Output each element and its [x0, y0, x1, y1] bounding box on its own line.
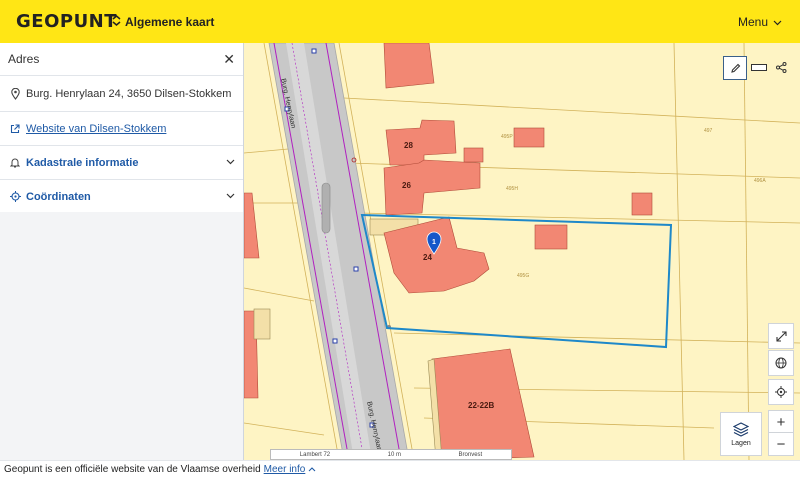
top-bar: GEOPUNT Algemene kaart Menu: [0, 0, 800, 43]
share-icon: [775, 61, 786, 73]
panel-header: Adres ✕: [0, 43, 243, 76]
source-label: Bronvest: [458, 451, 483, 458]
globe-button[interactable]: [768, 350, 794, 376]
cadastral-info-accordion[interactable]: Kadastrale informatie: [0, 146, 243, 180]
zoom-out-button[interactable]: −: [768, 432, 794, 456]
map-type-label: Algemene kaart: [125, 15, 215, 29]
parcel-label-495h: 495H: [506, 186, 518, 192]
locate-me-button[interactable]: [768, 379, 794, 405]
menu-button[interactable]: Menu: [738, 15, 782, 29]
address-row: Burg. Henrylaan 24, 3650 Dilsen-Stokkem: [0, 76, 243, 112]
layers-label: Lagen: [731, 439, 751, 447]
bell-icon: [8, 157, 22, 168]
share-button[interactable]: [770, 56, 792, 78]
footer-bar: Geopunt is een officiële website van de …: [0, 460, 800, 478]
house-number-26: 26: [402, 181, 411, 190]
chevron-down-icon: [226, 157, 235, 168]
layers-button[interactable]: Lagen: [720, 412, 762, 456]
parcel-label-495g: 495G: [517, 273, 530, 279]
chevron-down-icon: [226, 191, 235, 202]
map-canvas[interactable]: Burg. Henrylaan Burg. Henrylaan 28 26 24…: [244, 43, 800, 460]
pencil-icon: [730, 63, 740, 73]
coordinates-accordion[interactable]: Coördinaten: [0, 180, 243, 214]
house-number-28: 28: [404, 141, 413, 150]
close-icon[interactable]: ✕: [223, 51, 235, 68]
scale-distance: 10 m: [387, 451, 401, 458]
panel-title: Adres: [8, 52, 40, 66]
website-link-label: Website van Dilsen-Stokkem: [26, 122, 167, 135]
panel-empty-area: [0, 212, 243, 460]
plus-icon: +: [776, 413, 786, 431]
house-number-22-22b: 22-22B: [468, 401, 495, 410]
chevron-up-icon: [308, 464, 316, 475]
marker-number: 1: [432, 239, 436, 246]
parcel-label-496a: 496A: [754, 178, 766, 184]
fullscreen-button[interactable]: [768, 323, 794, 349]
coordinates-label: Coördinaten: [26, 190, 91, 203]
house-number-24: 24: [423, 253, 432, 262]
address-panel: Adres ✕ Burg. Henrylaan 24, 3650 Dilsen-…: [0, 43, 244, 460]
edit-draw-button[interactable]: [723, 56, 747, 80]
more-info-link[interactable]: Meer info: [264, 464, 306, 475]
parcel-label-495p: 495P: [501, 134, 513, 140]
parcel-label-497: 497: [704, 128, 713, 134]
crosshair-icon: [775, 386, 787, 398]
zoom-in-button[interactable]: +: [768, 410, 794, 433]
sort-arrows-icon: [112, 15, 121, 29]
crosshair-icon: [8, 191, 22, 202]
cadastral-label: Kadastrale informatie: [26, 156, 139, 169]
external-link-icon: [8, 123, 22, 134]
menu-label: Menu: [737, 15, 768, 29]
cadastral-map: [244, 43, 800, 460]
measure-button[interactable]: [748, 56, 770, 78]
expand-icon: [775, 330, 787, 342]
globe-icon: [775, 357, 787, 369]
crs-label: Lambert 72: [299, 451, 331, 458]
address-text: Burg. Henrylaan 24, 3650 Dilsen-Stokkem: [26, 87, 232, 100]
municipality-website-link[interactable]: Website van Dilsen-Stokkem: [0, 112, 243, 146]
footer-text: Geopunt is een officiële website van de …: [4, 464, 261, 475]
minus-icon: −: [776, 435, 786, 453]
map-type-selector[interactable]: Algemene kaart: [112, 15, 214, 29]
chevron-down-icon: [773, 15, 782, 29]
layers-icon: [733, 421, 749, 437]
scale-bar: Lambert 72 10 m Bronvest: [270, 449, 512, 460]
geopunt-logo[interactable]: GEOPUNT: [16, 11, 117, 32]
location-pin-icon: [8, 87, 22, 100]
ruler-icon: [751, 63, 767, 71]
